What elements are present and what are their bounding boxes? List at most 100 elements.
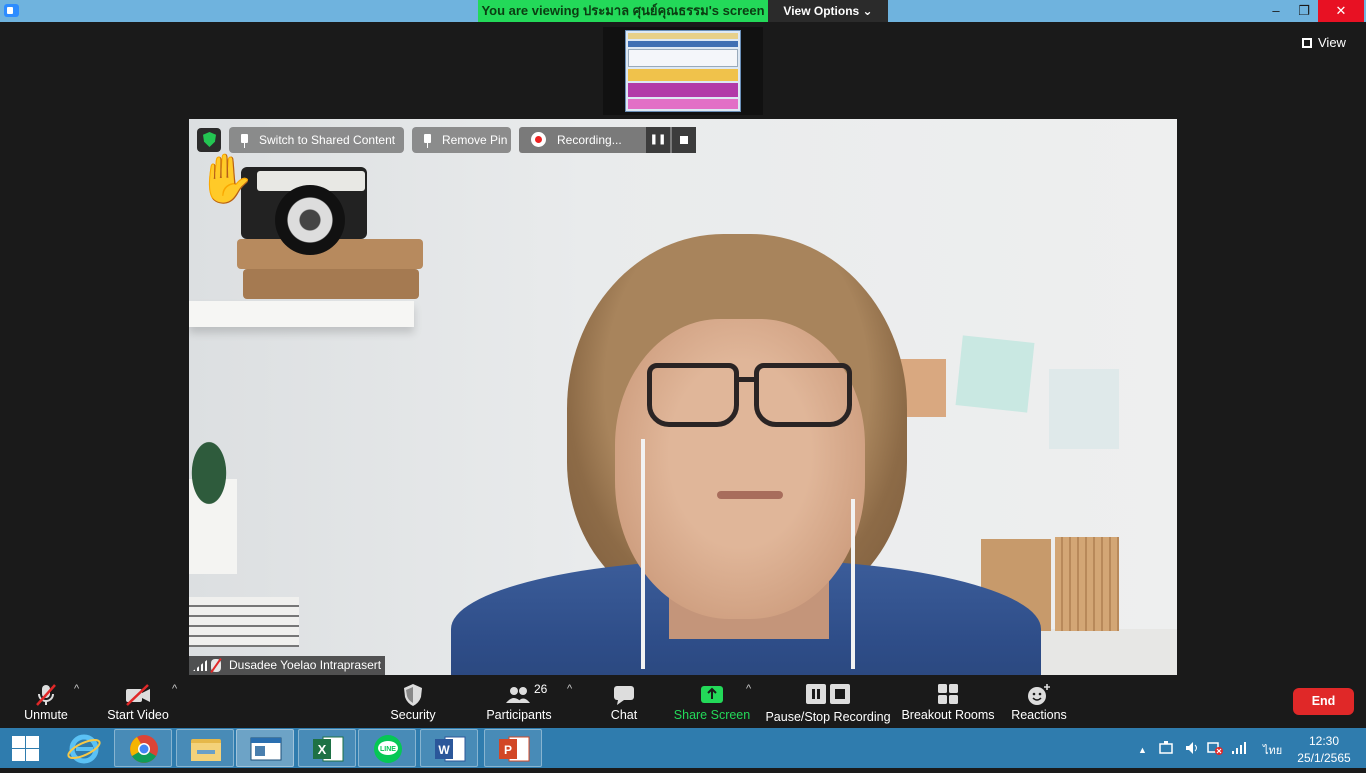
background-plant <box>189 419 239 509</box>
glasses-left-lens <box>647 363 739 427</box>
background-box <box>243 269 419 299</box>
internet-explorer-taskbar[interactable] <box>54 729 112 767</box>
record-dot-icon <box>531 132 546 147</box>
excel-taskbar[interactable]: X <box>298 729 356 767</box>
background-note <box>955 335 1035 413</box>
screen-share-banner: You are viewing ประมาล ศุนย์คุณธรรม's sc… <box>478 0 768 22</box>
clock-date[interactable]: 25/1/2565 <box>1292 751 1356 765</box>
internet-explorer-icon <box>67 734 101 764</box>
participants-icon <box>506 687 530 703</box>
chat-button[interactable]: Chat <box>600 678 648 728</box>
end-meeting-button[interactable]: End <box>1293 688 1354 715</box>
svg-text:LINE: LINE <box>380 746 396 753</box>
background-shelf <box>189 301 414 327</box>
share-screen-button[interactable]: Share Screen <box>672 678 752 728</box>
svg-text:X: X <box>318 742 327 757</box>
participants-count: 26 <box>534 682 548 696</box>
word-icon: W <box>435 736 466 762</box>
security-button[interactable]: Security <box>384 678 442 728</box>
remove-pin-label: Remove Pin <box>442 133 508 147</box>
switch-label: Switch to Shared Content <box>259 133 396 147</box>
chrome-icon <box>130 735 158 763</box>
excel-icon: X <box>313 736 344 762</box>
start-video-button[interactable]: Start Video <box>104 678 172 728</box>
signal-bars-icon[interactable] <box>1231 740 1247 756</box>
unmute-button[interactable]: Unmute <box>14 678 78 728</box>
background-camera-lens <box>275 185 345 255</box>
svg-text:P: P <box>504 743 512 757</box>
view-layout-button[interactable]: View <box>1302 32 1358 54</box>
windows-logo-icon <box>12 736 25 748</box>
start-video-label: Start Video <box>107 708 169 722</box>
recording-control-label: Pause/Stop Recording <box>765 710 891 724</box>
power-icon[interactable] <box>1158 740 1174 756</box>
file-explorer-taskbar[interactable] <box>176 729 234 767</box>
recording-label: Recording... <box>557 133 622 147</box>
clock-time[interactable]: 12:30 <box>1298 734 1350 748</box>
line-taskbar[interactable]: LINE <box>358 729 416 767</box>
share-options-caret[interactable]: ^ <box>746 683 751 695</box>
chat-label: Chat <box>610 708 638 722</box>
windows-logo-icon <box>26 749 39 761</box>
glasses-right-lens <box>754 363 852 427</box>
stop-recording-button[interactable] <box>672 127 696 153</box>
participant-mouth <box>717 491 783 499</box>
participants-button[interactable]: 26 Participants <box>484 678 554 728</box>
muted-mic-icon <box>211 659 221 672</box>
unmute-label: Unmute <box>24 708 68 722</box>
pin-icon <box>241 134 248 148</box>
chrome-taskbar[interactable] <box>114 729 172 767</box>
svg-text:W: W <box>438 743 450 757</box>
volume-icon[interactable] <box>1184 740 1200 756</box>
chat-bubble-icon <box>614 686 634 705</box>
restore-button[interactable]: ❐ <box>1290 0 1318 22</box>
breakout-rooms-label: Breakout Rooms <box>901 708 995 722</box>
windows-logo-icon <box>26 736 39 748</box>
shared-document-preview <box>625 30 741 112</box>
pause-recording-button[interactable]: ❚❚ <box>646 127 670 153</box>
background-pen-holder <box>1055 537 1119 631</box>
show-hidden-icons-button[interactable]: ▲ <box>1138 745 1147 755</box>
share-screen-icon <box>701 686 723 703</box>
earphone-cable <box>851 499 855 669</box>
windows-logo-icon <box>12 749 25 761</box>
reactions-button[interactable]: Reactions <box>1006 678 1072 728</box>
view-options-button[interactable]: View Options ⌄ <box>768 0 888 22</box>
earphone-cable <box>641 439 645 669</box>
network-error-icon[interactable] <box>1206 740 1224 756</box>
grid-view-icon <box>1302 38 1312 48</box>
pin-icon <box>424 134 431 148</box>
windows-start-button[interactable] <box>10 735 40 761</box>
video-options-caret[interactable]: ^ <box>172 683 177 695</box>
breakout-rooms-icon <box>938 684 958 704</box>
participants-options-caret[interactable]: ^ <box>567 683 572 695</box>
video-off-icon <box>126 684 150 706</box>
close-button[interactable]: ✕ <box>1318 0 1364 22</box>
switch-to-shared-content-button[interactable]: Switch to Shared Content <box>229 127 404 153</box>
word-taskbar[interactable]: W <box>420 729 478 767</box>
active-speaker-video[interactable] <box>189 119 1177 675</box>
background-notebooks <box>189 597 299 647</box>
smiley-plus-icon <box>1028 684 1050 705</box>
raised-hand-icon: ✋ <box>196 153 256 206</box>
input-language-indicator[interactable]: ไทย <box>1263 741 1282 759</box>
minimize-button[interactable]: – <box>1262 0 1290 22</box>
breakout-rooms-button[interactable]: Breakout Rooms <box>900 678 996 728</box>
powerpoint-taskbar[interactable]: P <box>484 729 542 767</box>
reactions-label: Reactions <box>1011 708 1067 722</box>
participants-label: Participants <box>486 708 552 722</box>
shield-icon <box>404 684 422 706</box>
muted-microphone-icon <box>36 684 56 706</box>
remove-pin-button[interactable]: Remove Pin <box>412 127 511 153</box>
active-window-taskbar[interactable] <box>236 729 294 767</box>
pause-stop-icon <box>806 684 850 704</box>
zoom-app-icon <box>4 4 19 17</box>
powerpoint-icon: P <box>499 736 530 762</box>
window-icon <box>250 737 282 761</box>
audio-options-caret[interactable]: ^ <box>74 683 79 695</box>
folder-icon <box>191 739 221 761</box>
background-note <box>1049 369 1119 449</box>
pause-stop-recording-button[interactable]: Pause/Stop Recording <box>764 678 892 728</box>
glasses-bridge <box>737 377 756 382</box>
view-label: View <box>1318 35 1346 50</box>
